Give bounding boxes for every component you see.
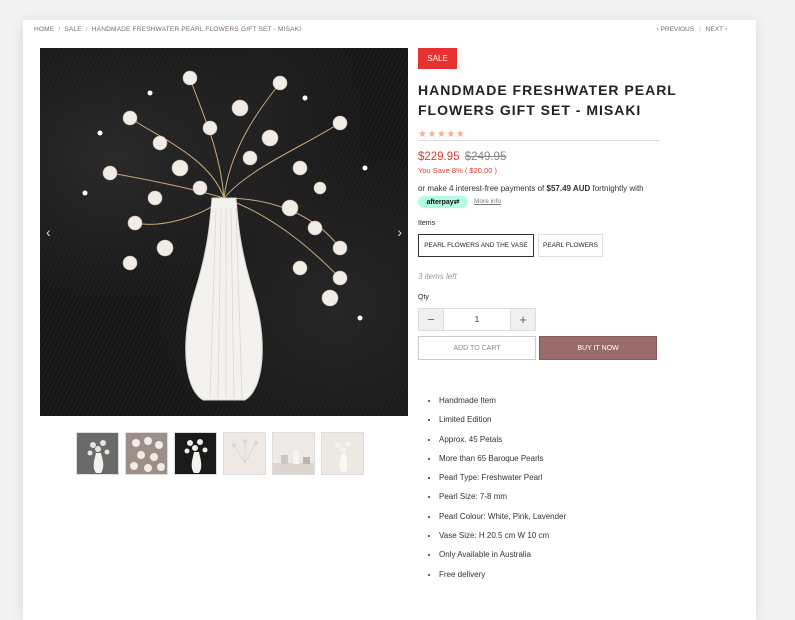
list-item: Approx. 45 Petals (439, 435, 566, 454)
list-item: Handmade Item (439, 396, 566, 415)
stock-text: 3 items left (418, 272, 457, 281)
list-item: Pearl Colour: White, Pink, Lavender (439, 512, 566, 531)
option-pearl-flowers-and-vase[interactable]: PEARL FLOWERS AND THE VASE (418, 234, 534, 257)
qty-input[interactable]: 1 (443, 309, 511, 330)
plus-icon: + (519, 312, 527, 327)
rating-stars[interactable]: ★★★★★ (418, 129, 465, 140)
afterpay-arrow-icon: ⇄ (453, 199, 460, 206)
afterpay-text: or make 4 interest-free payments of $57.… (418, 184, 644, 193)
qty-decrease-button[interactable]: − (419, 309, 443, 330)
minus-icon: − (427, 312, 435, 327)
thumbnail-3[interactable] (174, 432, 217, 475)
next-image-arrow-icon[interactable]: › (397, 224, 402, 240)
divider (418, 140, 660, 141)
product-title: HANDMADE FRESHWATER PEARL FLOWERS GIFT S… (418, 82, 677, 118)
savings-text: You Save 8% ( $20.00 ) (418, 166, 497, 175)
previous-link[interactable]: PREVIOUS (661, 26, 695, 33)
chevron-left-icon: ‹ (656, 26, 659, 33)
list-item: Vase Size: H 20.5 cm W 10 cm (439, 531, 566, 550)
thumbnail-2[interactable] (125, 432, 168, 475)
main-product-image[interactable]: ‹ › (40, 48, 408, 416)
add-to-cart-button[interactable]: ADD TO CART (418, 336, 536, 360)
list-item: Pearl Type: Freshwater Pearl (439, 473, 566, 492)
price: $229.95 $249.95 (418, 151, 506, 163)
sale-badge: SALE (418, 48, 457, 69)
thumbnail-strip (76, 432, 364, 475)
afterpay-logo: afterpay ⇄ (418, 196, 468, 208)
original-price: $249.95 (464, 151, 507, 163)
list-item: More than 65 Baroque Pearls (439, 454, 566, 473)
feature-list: Handmade Item Limited Edition Approx. 45… (439, 396, 566, 589)
thumbnail-5[interactable] (272, 432, 315, 475)
prev-image-arrow-icon[interactable]: ‹ (46, 224, 51, 240)
breadcrumb-sale[interactable]: SALE (64, 26, 81, 33)
list-item: Free delivery (439, 570, 566, 589)
thumbnail-6[interactable] (321, 432, 364, 475)
qty-label: Qty (418, 294, 429, 301)
qty-increase-button[interactable]: + (511, 309, 535, 330)
items-label: Items (418, 220, 436, 227)
afterpay-amount: $57.49 AUD (546, 184, 591, 193)
thumbnail-1[interactable] (76, 432, 119, 475)
breadcrumb: HOME / SALE / HANDMADE FRESHWATER PEARL FLOW… (34, 26, 302, 33)
list-item: Only Available in Australia (439, 550, 566, 569)
more-info-link[interactable]: More info (474, 198, 501, 205)
thumbnail-4[interactable] (223, 432, 266, 475)
next-link[interactable]: NEXT (706, 26, 723, 33)
buy-it-now-button[interactable]: BUY IT NOW (539, 336, 657, 360)
option-pearl-flowers[interactable]: PEARL FLOWERS (538, 234, 603, 257)
breadcrumb-home[interactable]: HOME (34, 26, 54, 33)
sale-price: $229.95 (418, 151, 460, 163)
list-item: Pearl Size: 7-8 mm (439, 492, 566, 511)
list-item: Limited Edition (439, 415, 566, 434)
prev-next-nav: ‹ PREVIOUS | NEXT › (656, 26, 727, 33)
chevron-right-icon: › (724, 26, 727, 33)
breadcrumb-current: HANDMADE FRESHWATER PEARL FLOWERS GIFT S… (91, 26, 302, 33)
quantity-stepper: − 1 + (418, 308, 536, 331)
